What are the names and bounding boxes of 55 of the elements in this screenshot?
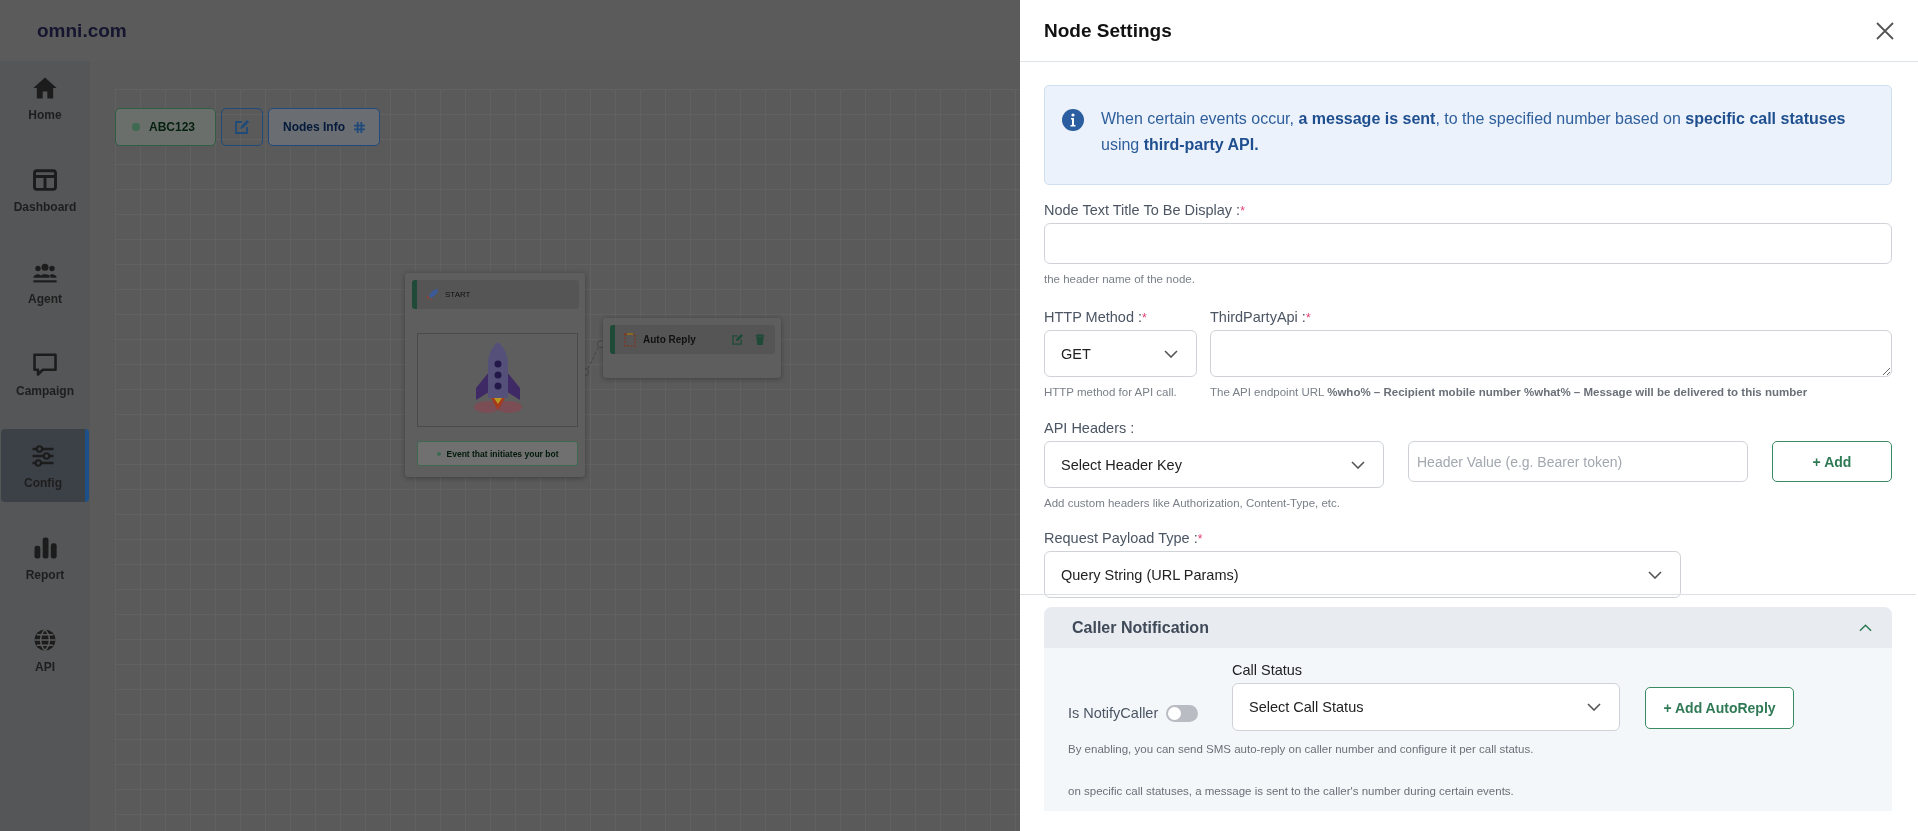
api-url-textarea[interactable] bbox=[1210, 330, 1892, 377]
edit-button[interactable] bbox=[221, 108, 264, 146]
field-label: API Headers : bbox=[1044, 420, 1136, 436]
header-value-input[interactable]: Header Value (e.g. Bearer token) bbox=[1408, 441, 1748, 482]
panel-title: Node Settings bbox=[1044, 19, 1172, 42]
node-title: Auto Reply bbox=[643, 334, 696, 345]
field-hint: Add custom headers like Authorization, Content-Type, etc. bbox=[1044, 497, 1341, 509]
edit-icon bbox=[234, 119, 251, 135]
http-method-select[interactable]: GET bbox=[1044, 330, 1197, 377]
chevron-down-icon bbox=[1164, 349, 1178, 358]
chevron-up-icon bbox=[1859, 623, 1872, 632]
note-text: By enabling, you can send SMS auto-reply on caller number and configure it per call status. bbox=[1068, 743, 1535, 755]
field-hint: The API endpoint URL %who% – Recipient mobile number %what% – Message will be delivered to this number bbox=[1210, 386, 1809, 398]
hash-icon bbox=[354, 121, 366, 133]
notify-toggle[interactable] bbox=[1166, 704, 1199, 722]
field-label: ThirdPartyApi :* bbox=[1210, 309, 1312, 325]
nav-item[interactable]: Report bbox=[1, 521, 89, 594]
nav-item[interactable]: Home bbox=[1, 61, 89, 134]
add-autoreply-button[interactable]: + Add AutoReply bbox=[1645, 687, 1794, 729]
nav-item[interactable]: Dashboard bbox=[1, 153, 89, 226]
field-hint: HTTP method for API call. bbox=[1044, 386, 1178, 398]
add-header-button[interactable]: + Add bbox=[1772, 441, 1892, 482]
rocket-icon bbox=[425, 287, 439, 302]
flow-name-button[interactable]: ABC123 bbox=[115, 108, 217, 146]
node-type-icon bbox=[623, 331, 637, 348]
call-status-select[interactable]: Select Call Status bbox=[1232, 683, 1620, 731]
chevron-down-icon bbox=[1648, 570, 1662, 579]
start-node[interactable]: START Event that initiates your bot bbox=[405, 273, 585, 477]
chevron-down-icon bbox=[1351, 460, 1365, 469]
field-label: Node Text Title To Be Display :* bbox=[1044, 202, 1246, 218]
info-icon bbox=[1061, 108, 1085, 132]
close-button[interactable] bbox=[1874, 19, 1896, 42]
payload-type-select[interactable]: Query String (URL Params) bbox=[1044, 551, 1681, 598]
node-title: START bbox=[445, 290, 471, 299]
field-label: Call Status bbox=[1232, 662, 1304, 678]
nav-item[interactable]: Campaign bbox=[1, 337, 89, 410]
field-hint: the header name of the node. bbox=[1044, 273, 1196, 285]
toggle-label: Is NotifyCaller bbox=[1068, 705, 1159, 721]
trash-icon[interactable] bbox=[755, 334, 765, 345]
field-label: HTTP Method :* bbox=[1044, 309, 1148, 325]
close-icon bbox=[1874, 19, 1896, 42]
field-label: Request Payload Type :* bbox=[1044, 530, 1204, 546]
note-text: on specific call statuses, a message is sent to the caller's number during certain events. bbox=[1068, 785, 1515, 797]
info-text: When certain events occur, a message is sent, to the specified number based on specific call statuses using third-party API. bbox=[1101, 109, 1847, 155]
chevron-down-icon bbox=[1587, 703, 1601, 711]
section-header[interactable]: Caller Notification bbox=[1044, 607, 1892, 648]
logo: omni.com bbox=[37, 19, 127, 42]
node-caption: Event that initiates your bot bbox=[417, 441, 578, 466]
nodes-info-button[interactable]: Nodes Info bbox=[268, 108, 381, 146]
nav-item[interactable]: API bbox=[1, 613, 89, 686]
node-title-input[interactable] bbox=[1044, 223, 1892, 264]
edit-icon[interactable] bbox=[732, 334, 743, 345]
nav-item[interactable]: Agent bbox=[1, 245, 89, 318]
auto-reply-node[interactable]: Auto Reply bbox=[603, 318, 781, 378]
header-key-select[interactable]: Select Header Key bbox=[1044, 441, 1384, 488]
